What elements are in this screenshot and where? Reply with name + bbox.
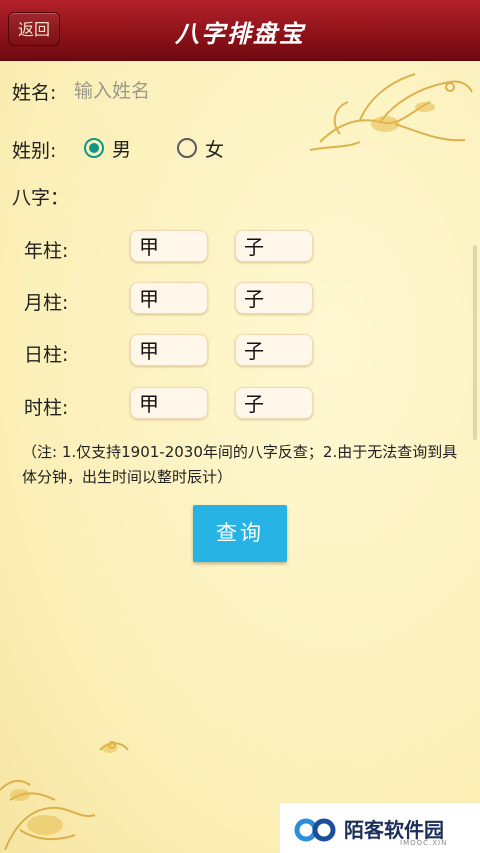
radio-unchecked-icon xyxy=(177,138,197,158)
phoenix-decoration-icon xyxy=(309,73,473,151)
watermark-logo-icon xyxy=(294,818,336,842)
month-stem-select[interactable]: 甲 xyxy=(130,282,208,314)
gender-radio-female[interactable]: 女 xyxy=(177,136,225,161)
name-input[interactable] xyxy=(72,74,296,108)
pillar-label-month: 月柱: xyxy=(24,292,69,314)
bazi-label: 八字： xyxy=(12,187,70,209)
title-bar: 返回 八字排盘宝 xyxy=(0,0,480,61)
radio-checked-icon xyxy=(84,138,104,158)
gender-option-label: 男 xyxy=(112,138,132,161)
name-label: 姓名: xyxy=(12,82,57,104)
gender-option-label: 女 xyxy=(205,138,225,161)
day-stem-select[interactable]: 甲 xyxy=(130,334,208,366)
note-text: （注: 1.仅支持1901-2030年间的八字反查；2.由于无法查询到具体分钟，… xyxy=(22,443,458,486)
scrollbar[interactable] xyxy=(473,245,477,440)
day-branch-select[interactable]: 子 xyxy=(235,334,313,366)
watermark-subtext: IMOOC.XIN xyxy=(400,839,448,847)
hour-stem-select[interactable]: 甲 xyxy=(130,387,208,419)
pillar-label-year: 年柱: xyxy=(24,240,69,262)
watermark-banner: 陌客软件园 IMOOC.XIN xyxy=(280,803,480,853)
year-branch-select[interactable]: 子 xyxy=(235,230,313,262)
month-branch-select[interactable]: 子 xyxy=(235,282,313,314)
gender-radio-male[interactable]: 男 xyxy=(84,136,132,161)
gender-label: 姓别: xyxy=(12,140,57,162)
pillar-label-hour: 时柱: xyxy=(24,397,69,419)
query-button[interactable]: 查询 xyxy=(193,505,287,562)
pillar-label-day: 日柱: xyxy=(24,344,69,366)
year-stem-select[interactable]: 甲 xyxy=(130,230,208,262)
app-title: 八字排盘宝 xyxy=(175,19,305,48)
dragon-decoration-icon xyxy=(0,741,129,851)
hour-branch-select[interactable]: 子 xyxy=(235,387,313,419)
